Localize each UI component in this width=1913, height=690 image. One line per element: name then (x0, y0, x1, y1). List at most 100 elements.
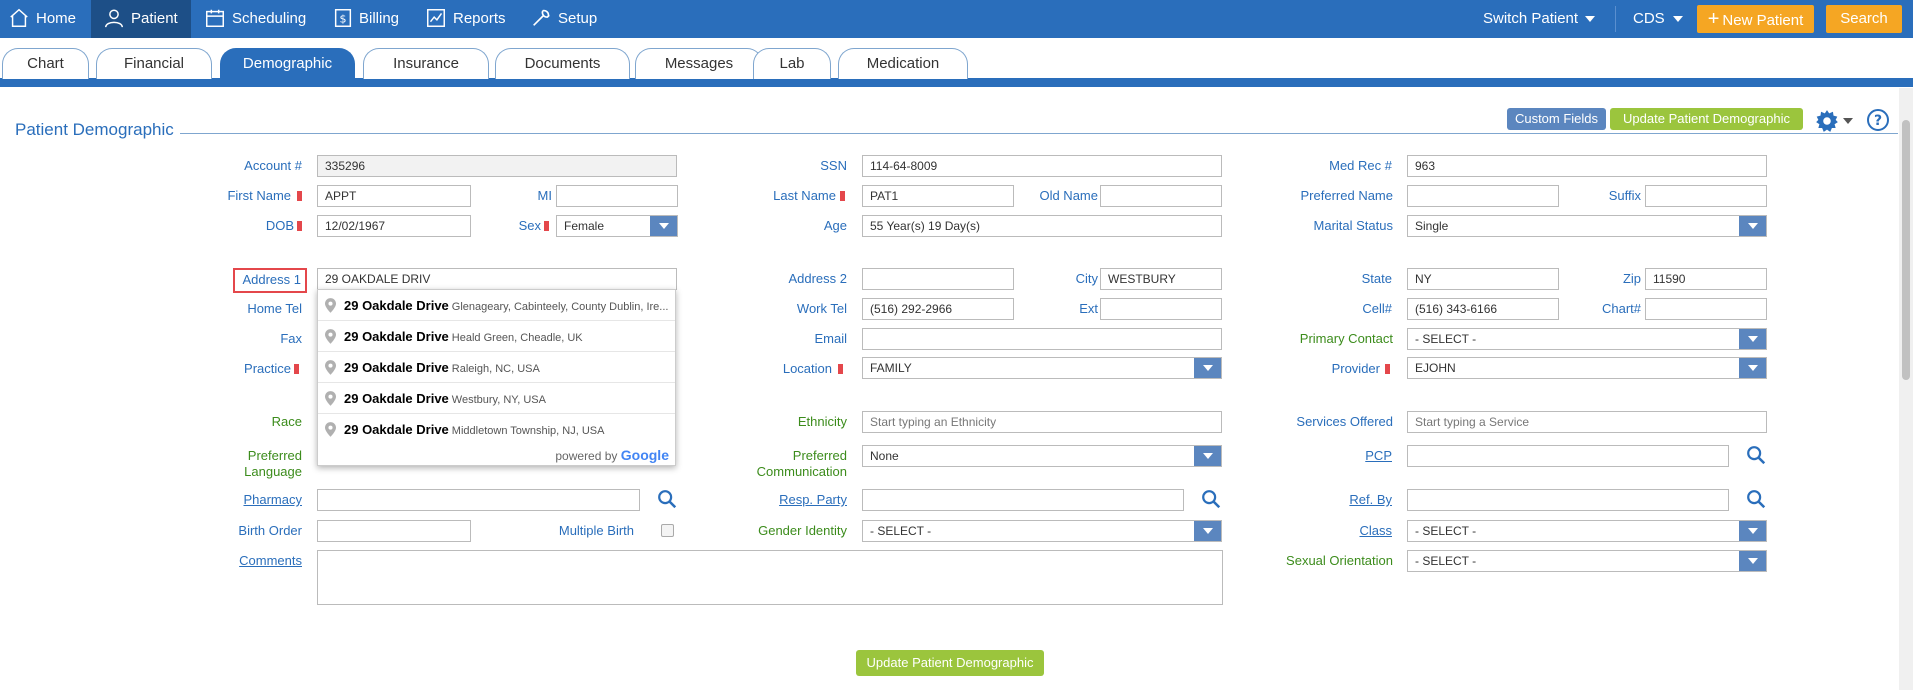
pcp-field[interactable] (1407, 445, 1729, 467)
dropdown-arrow-icon[interactable] (1739, 551, 1766, 571)
dropdown-arrow-icon[interactable] (1739, 358, 1766, 378)
ref-by-field[interactable] (1407, 489, 1729, 511)
autocomplete-item[interactable]: 29 Oakdale Drive Westbury, NY, USA (318, 383, 675, 414)
nav-scheduling[interactable]: Scheduling (204, 0, 314, 38)
last-name-field[interactable]: PAT1 (862, 185, 1014, 207)
calendar-icon (206, 9, 224, 27)
help-icon[interactable]: ? (1866, 108, 1890, 132)
dropdown-arrow-icon[interactable] (1739, 216, 1766, 236)
provider-select[interactable]: EJOHN (1407, 357, 1767, 379)
dropdown-arrow-icon[interactable] (1739, 329, 1766, 349)
autocomplete-item[interactable]: 29 Oakdale Drive Glenageary, Cabinteely, … (318, 290, 675, 321)
mi-field[interactable] (556, 185, 678, 207)
pharmacy-link[interactable]: Pharmacy (200, 492, 302, 507)
cell-field[interactable]: (516) 343-6166 (1407, 298, 1559, 320)
preferred-name-field[interactable] (1407, 185, 1559, 207)
fax-label: Fax (280, 331, 302, 346)
dropdown-arrow-icon[interactable] (650, 216, 677, 236)
address2-field[interactable] (862, 268, 1014, 290)
tab-medication[interactable]: Medication (838, 48, 968, 79)
scrollbar-thumb[interactable] (1902, 120, 1910, 380)
ref-by-link[interactable]: Ref. By (1290, 492, 1392, 507)
autocomplete-secondary: Westbury, NY, USA (451, 394, 546, 406)
search-icon[interactable] (656, 488, 678, 510)
zip-field[interactable]: 11590 (1645, 268, 1767, 290)
switch-patient-dropdown[interactable]: Switch Patient (1483, 0, 1598, 38)
nav-reports-label: Reports (453, 10, 506, 27)
location-select[interactable]: FAMILY (862, 357, 1222, 379)
ext-field[interactable] (1100, 298, 1222, 320)
tab-lab[interactable]: Lab (753, 48, 831, 79)
state-field[interactable]: NY (1407, 268, 1559, 290)
tab-messages[interactable]: Messages (635, 48, 763, 79)
practice-label: Practice (244, 361, 291, 376)
email-field[interactable] (862, 328, 1222, 350)
zip-label: Zip (1622, 271, 1641, 286)
preferred-communication-label: Preferred Communication (756, 448, 847, 479)
cds-dropdown[interactable]: CDS (1633, 0, 1685, 38)
tab-financial[interactable]: Financial (96, 48, 212, 79)
search-icon[interactable] (1745, 488, 1767, 510)
cell-label: Cell# (1362, 301, 1392, 316)
search-icon[interactable] (1745, 444, 1767, 466)
nav-billing-label: Billing (359, 10, 400, 27)
search-button[interactable]: Search (1826, 5, 1902, 33)
dropdown-arrow-icon[interactable] (1194, 521, 1221, 541)
pharmacy-field[interactable] (317, 489, 640, 511)
multiple-birth-checkbox[interactable] (661, 524, 674, 537)
autocomplete-secondary: Glenageary, Cabinteely, County Dublin, I… (451, 301, 669, 313)
caret-down-icon[interactable] (1843, 118, 1853, 124)
search-icon[interactable] (1200, 488, 1222, 510)
gender-identity-select[interactable]: - SELECT - (862, 520, 1222, 542)
sex-select[interactable]: Female (556, 215, 678, 237)
account-field[interactable]: 335296 (317, 155, 677, 177)
dropdown-arrow-icon[interactable] (1739, 521, 1766, 541)
class-link[interactable]: Class (1290, 523, 1392, 538)
new-patient-button[interactable]: + New Patient (1697, 5, 1814, 33)
pcp-link[interactable]: PCP (1290, 448, 1392, 463)
nav-billing[interactable]: $ Billing (332, 0, 412, 38)
autocomplete-item[interactable]: 29 Oakdale Drive Heald Green, Cheadle, UK (318, 321, 675, 352)
tab-insurance[interactable]: Insurance (363, 48, 489, 79)
sexual-orientation-select[interactable]: - SELECT - (1407, 550, 1767, 572)
preferred-communication-select[interactable]: None (862, 445, 1222, 467)
address1-field[interactable]: 29 OAKDALE DRIV (317, 268, 677, 290)
birth-order-field[interactable] (317, 520, 471, 542)
first-name-field[interactable]: APPT (317, 185, 471, 207)
autocomplete-item[interactable]: 29 Oakdale Drive Raleigh, NC, USA (318, 352, 675, 383)
class-select[interactable]: - SELECT - (1407, 520, 1767, 542)
suffix-field[interactable] (1645, 185, 1767, 207)
marital-status-select[interactable]: Single (1407, 215, 1767, 237)
resp-party-field[interactable] (862, 489, 1184, 511)
comments-link[interactable]: Comments (200, 553, 302, 568)
tab-chart[interactable]: Chart (2, 48, 89, 79)
resp-party-link[interactable]: Resp. Party (740, 492, 847, 507)
city-field[interactable]: WESTBURY (1100, 268, 1222, 290)
tab-demographic[interactable]: Demographic (220, 48, 355, 79)
tab-documents[interactable]: Documents (495, 48, 630, 79)
services-offered-input[interactable]: Start typing a Service (1407, 411, 1767, 433)
comments-textarea[interactable] (317, 550, 1223, 605)
custom-fields-button[interactable]: Custom Fields (1507, 108, 1606, 130)
nav-reports[interactable]: Reports (425, 0, 510, 38)
dob-field[interactable]: 12/02/1967 (317, 215, 471, 237)
ssn-field[interactable]: 114-64-8009 (862, 155, 1222, 177)
age-field[interactable]: 55 Year(s) 19 Day(s) (862, 215, 1222, 237)
dropdown-arrow-icon[interactable] (1194, 358, 1221, 378)
section-divider (178, 133, 1898, 134)
nav-setup[interactable]: Setup (530, 0, 605, 38)
update-demographic-button-top[interactable]: Update Patient Demographic (1610, 108, 1803, 130)
nav-patient[interactable]: Patient (91, 0, 191, 38)
nav-home[interactable]: Home (8, 0, 83, 38)
chart-number-field[interactable] (1645, 298, 1767, 320)
ethnicity-input[interactable]: Start typing an Ethnicity (862, 411, 1222, 433)
autocomplete-item[interactable]: 29 Oakdale Drive Middletown Township, NJ,… (318, 414, 675, 445)
required-marker (297, 191, 302, 201)
old-name-field[interactable] (1100, 185, 1222, 207)
gear-icon[interactable] (1814, 108, 1840, 134)
med-rec-field[interactable]: 963 (1407, 155, 1767, 177)
work-tel-field[interactable]: (516) 292-2966 (862, 298, 1014, 320)
primary-contact-select[interactable]: - SELECT - (1407, 328, 1767, 350)
update-demographic-button-bottom[interactable]: Update Patient Demographic (856, 650, 1044, 676)
dropdown-arrow-icon[interactable] (1194, 446, 1221, 466)
